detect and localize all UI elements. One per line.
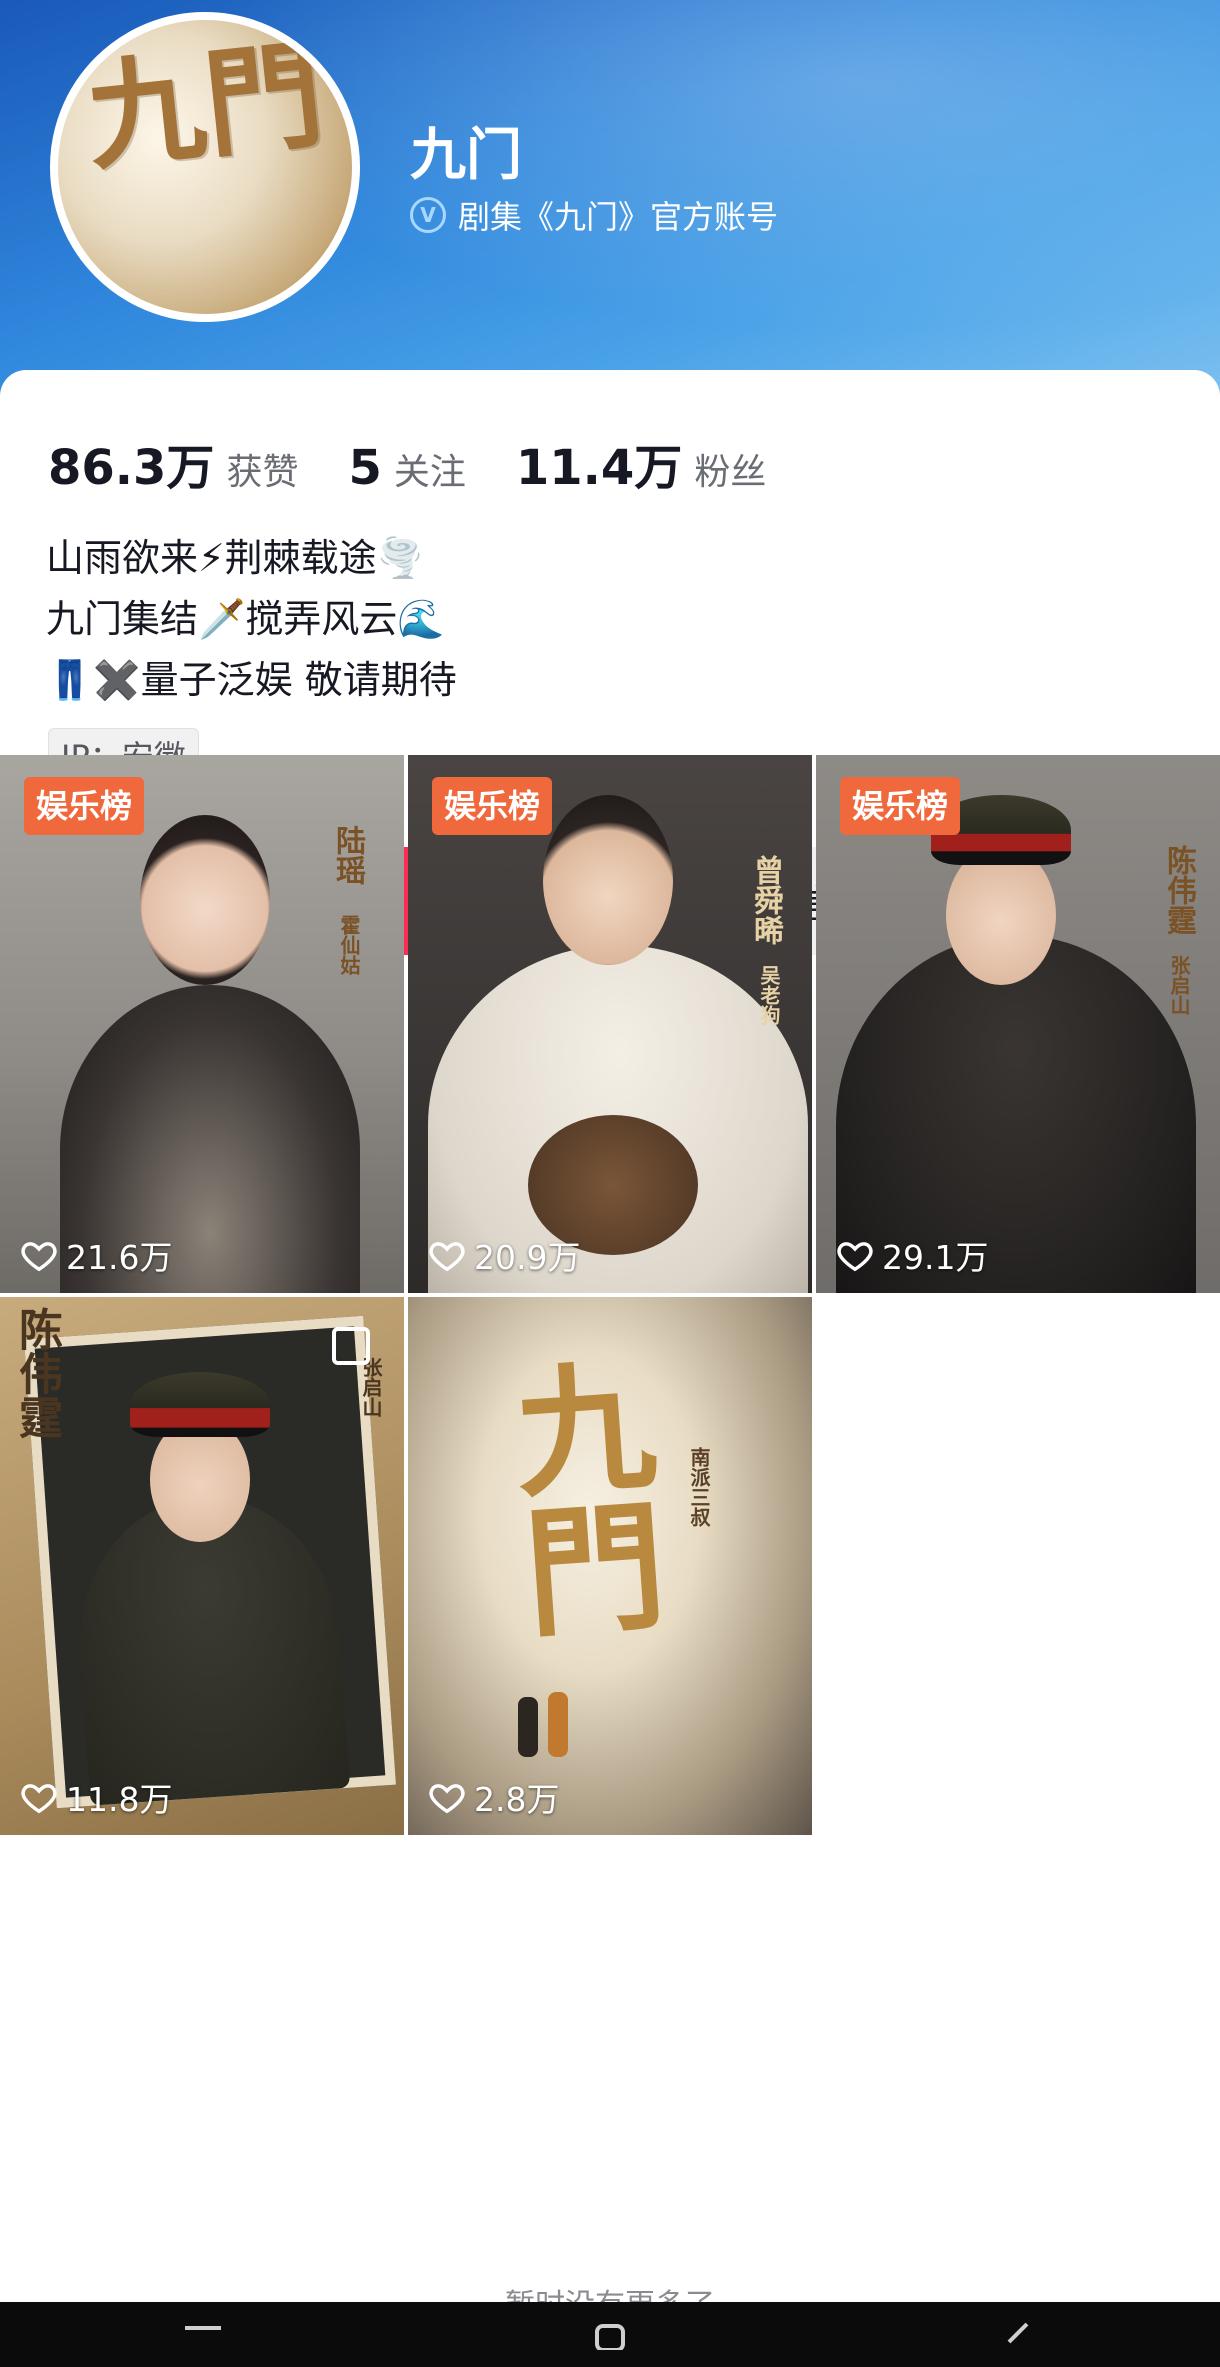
poster-role-name: 霍仙姑 (337, 915, 361, 975)
system-navigation-bar (0, 2302, 1220, 2367)
like-count-value: 2.8万 (474, 1780, 560, 1819)
verified-text: 剧集《九门》官方账号 (458, 198, 779, 236)
poster-actor-name: 陆瑶 (330, 825, 365, 885)
stat-label: 获赞 (226, 452, 299, 493)
back-icon[interactable] (987, 2320, 1047, 2350)
like-count: 20.9万 (428, 1231, 580, 1279)
poster-role-name: 南派三叔 (687, 1447, 711, 1527)
stat-followers[interactable]: 11.4万 粉丝 (516, 428, 766, 498)
poster-role-name: 张启山 (359, 1357, 383, 1417)
video-tile[interactable]: 九門 南派三叔 2.8万 (408, 1297, 812, 1835)
stat-value: 5 (348, 440, 382, 496)
poster-actor-name: 陈伟霆 (11, 1307, 62, 1439)
like-count: 2.8万 (428, 1773, 559, 1821)
stat-label: 关注 (393, 452, 466, 493)
video-tile[interactable]: 曾舜晞 吴老狗 娱乐榜 20.9万 (408, 755, 812, 1293)
profile-name: 九门 (410, 123, 522, 188)
avatar-logo: 九門 (80, 24, 330, 187)
avatar[interactable]: 九門 (50, 12, 360, 322)
like-count-value: 21.6万 (66, 1238, 173, 1277)
heart-icon (429, 1784, 465, 1814)
like-count: 29.1万 (836, 1231, 988, 1279)
heart-icon (837, 1242, 873, 1272)
video-tile[interactable]: 陈伟霆 张启山 11.8万 (0, 1297, 404, 1835)
poster-actor-name: 曾舜晞 (748, 855, 783, 945)
stat-label: 粉丝 (694, 452, 767, 493)
poster-title: 九門 (486, 1351, 670, 1643)
bio-line: 九门集结🗡️搅弄风云🌊 (46, 597, 445, 641)
ranking-badge: 娱乐榜 (24, 777, 145, 835)
poster-role-name: 张启山 (1167, 955, 1191, 1015)
video-tile[interactable]: 陆瑶 霍仙姑 娱乐榜 21.6万 (0, 755, 404, 1293)
stat-value: 11.4万 (515, 440, 683, 496)
bio-line: 👖✖️量子泛娱 敬请期待 (46, 658, 457, 702)
home-icon[interactable] (580, 2320, 640, 2350)
stat-following[interactable]: 5 关注 (348, 440, 465, 496)
video-tile[interactable]: 陈伟霆 张启山 娱乐榜 29.1万 (816, 755, 1220, 1293)
like-count-value: 29.1万 (882, 1238, 989, 1277)
stat-value: 86.3万 (48, 440, 215, 496)
bio: 山雨欲来⚡荆棘载途🌪️ 九门集结🗡️搅弄风云🌊 👖✖️量子泛娱 敬请期待 (46, 528, 457, 711)
multi-image-icon (332, 1327, 370, 1365)
stat-likes[interactable]: 86.3万 获赞 (48, 428, 298, 498)
stats-row: 86.3万 获赞 5 关注 11.4万 粉丝 (48, 428, 816, 498)
heart-icon (429, 1242, 465, 1272)
verified-icon: V (410, 197, 446, 233)
like-count-value: 20.9万 (474, 1238, 581, 1277)
menu-icon[interactable] (173, 2320, 233, 2350)
ranking-badge: 娱乐榜 (432, 777, 553, 835)
verification-row: V 剧集《九门》官方账号 (410, 192, 778, 238)
bio-line: 山雨欲来⚡荆棘载途🌪️ (46, 536, 424, 580)
poster-actor-name: 陈伟霆 (1161, 845, 1196, 935)
like-count: 21.6万 (20, 1231, 172, 1279)
poster-role-name: 吴老狗 (757, 965, 781, 1025)
heart-icon (21, 1784, 57, 1814)
ranking-badge: 娱乐榜 (840, 777, 961, 835)
like-count: 11.8万 (20, 1773, 172, 1821)
heart-icon (21, 1242, 57, 1272)
like-count-value: 11.8万 (66, 1780, 173, 1819)
